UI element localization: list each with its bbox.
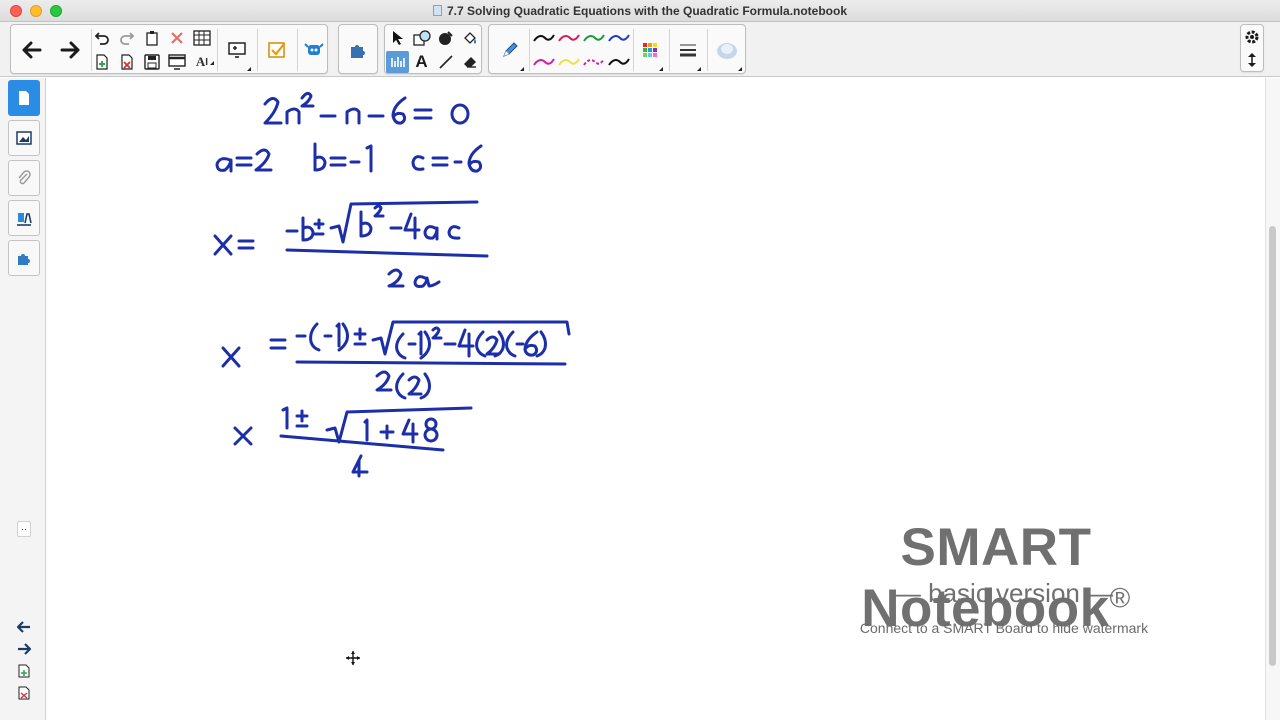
- toolbar-position-icon[interactable]: [1242, 50, 1262, 70]
- pen-color-yellow[interactable]: [556, 52, 581, 72]
- scrollbar-thumb[interactable]: [1269, 226, 1276, 666]
- pen-color-black-1[interactable]: [531, 28, 556, 48]
- delete-page-icon[interactable]: [116, 51, 138, 73]
- sidebar-tab-addons[interactable]: [8, 240, 40, 276]
- display-icon[interactable]: [221, 35, 253, 65]
- text-tool-button[interactable]: A: [410, 51, 433, 73]
- ai-icon[interactable]: AI: [191, 51, 213, 73]
- sidebar-tab-attachments[interactable]: [8, 160, 40, 196]
- gear-icon[interactable]: [1242, 27, 1262, 47]
- window-title: 7.7 Solving Quadratic Equations with the…: [0, 0, 1280, 22]
- save-icon[interactable]: [141, 51, 163, 73]
- title-bar: 7.7 Solving Quadratic Equations with the…: [0, 0, 1280, 22]
- table-icon[interactable]: [191, 27, 213, 49]
- watermark-subtitle: — basic version —: [894, 578, 1114, 608]
- response-icon[interactable]: [261, 35, 293, 65]
- watermark-note: Connect to a SMART Board to hide waterma…: [859, 620, 1149, 636]
- pen-color-magenta[interactable]: [531, 52, 556, 72]
- magic-pen-icon[interactable]: [434, 27, 457, 49]
- document-icon: [432, 5, 442, 16]
- collapse-icon[interactable]: ··: [17, 521, 31, 537]
- line-icon[interactable]: [434, 51, 457, 73]
- shapes-icon[interactable]: [410, 27, 433, 49]
- screen-shade-icon[interactable]: [166, 51, 188, 73]
- eraser-icon[interactable]: [458, 51, 481, 73]
- pen-icon[interactable]: [495, 35, 525, 65]
- pen-color-blue[interactable]: [606, 28, 631, 48]
- sidebar-delete-page-icon[interactable]: [14, 684, 34, 702]
- fill-effect-icon[interactable]: [711, 33, 743, 67]
- pen-color-black-2[interactable]: [606, 52, 631, 72]
- sidebar-tab-properties[interactable]: [8, 200, 40, 236]
- vertical-scrollbar[interactable]: [1265, 78, 1280, 720]
- redo-icon[interactable]: [116, 27, 138, 49]
- pen-color-green[interactable]: [581, 28, 606, 48]
- addons-icon: [18, 254, 30, 265]
- puzzle-icon[interactable]: [343, 35, 373, 65]
- line-style-icon[interactable]: [673, 35, 703, 65]
- measure-icon[interactable]: [386, 51, 409, 73]
- back-arrow-icon[interactable]: [17, 35, 47, 65]
- move-cursor-icon: [345, 650, 361, 666]
- gallery-icon: [16, 131, 32, 145]
- page-sorter-icon: [19, 91, 29, 105]
- sidebar: ··: [0, 78, 46, 720]
- toolbar-group-pens: [488, 24, 746, 74]
- sidebar-add-page-icon[interactable]: [14, 662, 34, 680]
- undo-icon[interactable]: [91, 27, 113, 49]
- previous-page-icon[interactable]: [14, 618, 34, 636]
- sidebar-tab-page-sorter[interactable]: [8, 80, 40, 116]
- select-arrow-icon[interactable]: [386, 27, 409, 49]
- forward-arrow-icon[interactable]: [55, 35, 85, 65]
- pen-color-magenta-dashed[interactable]: [581, 52, 606, 72]
- attachments-icon: [18, 170, 31, 185]
- toolbar-group-edit: AI: [10, 24, 328, 74]
- fill-icon[interactable]: [458, 27, 481, 49]
- toolbar-group-addons: [338, 24, 378, 74]
- color-palette-icon[interactable]: [635, 35, 665, 65]
- delete-icon[interactable]: [166, 27, 188, 49]
- sidebar-tab-gallery[interactable]: [8, 120, 40, 156]
- pen-color-red[interactable]: [556, 28, 581, 48]
- toolbar-group-tools: A: [384, 24, 482, 74]
- paste-icon[interactable]: [141, 27, 163, 49]
- toolbar-group-settings: [1240, 24, 1264, 72]
- main-toolbar: AI A: [0, 22, 1280, 77]
- next-page-icon[interactable]: [14, 640, 34, 658]
- properties-icon: [17, 213, 32, 226]
- activity-icon[interactable]: [299, 35, 329, 65]
- add-page-icon[interactable]: [91, 51, 113, 73]
